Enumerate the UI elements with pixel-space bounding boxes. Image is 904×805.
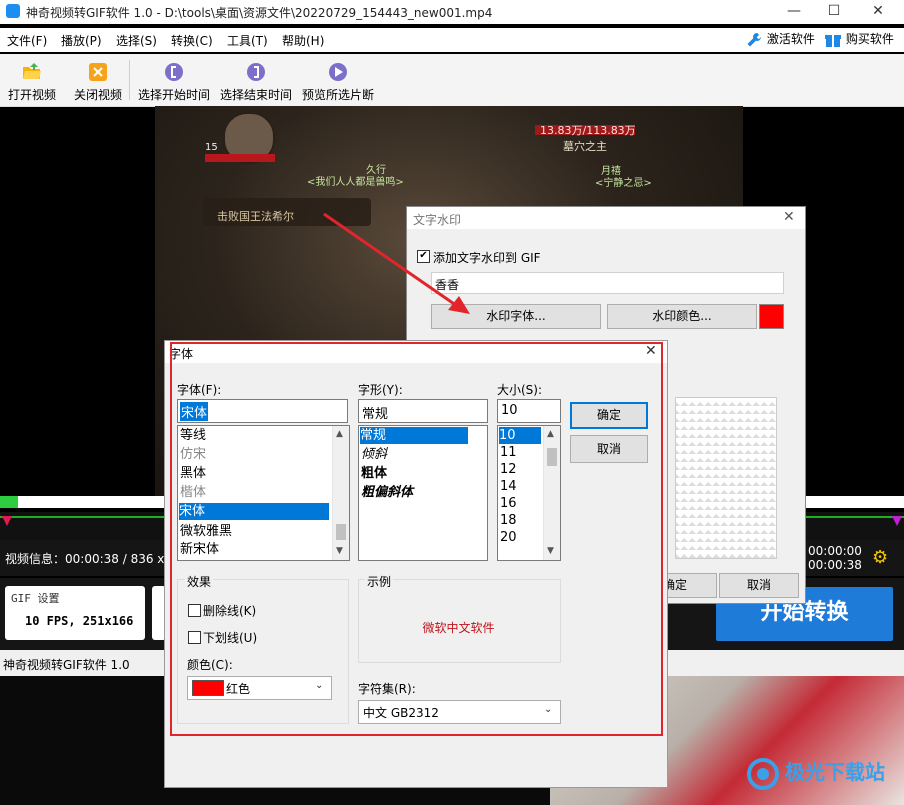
buy-software-button[interactable]: 购买软件 xyxy=(824,30,894,49)
preview-selection-button[interactable]: 预览所选片断 xyxy=(300,54,376,106)
start-marker-icon[interactable] xyxy=(2,516,12,526)
player-level: 15 xyxy=(205,142,218,153)
select-start-label: 选择开始时间 xyxy=(137,88,210,102)
folder-open-icon xyxy=(23,63,41,79)
menu-convert[interactable]: 转换(C) xyxy=(171,32,213,49)
start-bracket-icon xyxy=(165,63,183,81)
objective-text: 击败国王法希尔 xyxy=(217,210,294,223)
boss-name: 墓穴之主 xyxy=(563,140,607,153)
menu-play[interactable]: 播放(P) xyxy=(61,32,102,49)
logo-text: 极光下载站 xyxy=(785,760,885,784)
title-bar: 神奇视频转GIF软件 1.0 - D:\tools\桌面\资源文件\202207… xyxy=(0,0,904,24)
close-button[interactable]: ✕ xyxy=(856,0,900,24)
window-title: 神奇视频转GIF软件 1.0 - D:\tools\桌面\资源文件\202207… xyxy=(26,6,493,20)
ally-guild-left: <我们人人都是兽鸣> xyxy=(307,177,404,188)
select-end-time-button[interactable]: 选择结束时间 xyxy=(218,54,294,106)
menu-help[interactable]: 帮助(H) xyxy=(282,32,324,49)
boss-health-text: 13.83万/113.83万 xyxy=(540,124,636,137)
watermark-text-input[interactable]: 香香 xyxy=(431,272,784,294)
wrench-icon xyxy=(747,32,761,46)
watermark-color-button[interactable]: 水印颜色... xyxy=(607,304,757,329)
menu-tools[interactable]: 工具(T) xyxy=(227,32,268,49)
select-end-label: 选择结束时间 xyxy=(219,88,292,102)
watermark-logo: 极光下载站 xyxy=(747,754,897,798)
gif-settings-card[interactable]: GIF 设置 10 FPS, 251x166 xyxy=(5,586,145,640)
ally-guild-right: <宁静之忌> xyxy=(595,178,652,189)
open-video-label: 打开视频 xyxy=(7,88,56,102)
toolbar: 打开视频 关闭视频 选择开始时间 选择结束时间 预览所选片断 xyxy=(0,54,904,107)
video-info-text: 视频信息：00:00:38 / 836 x xyxy=(5,552,165,566)
activate-label: 激活软件 xyxy=(766,32,815,46)
select-start-time-button[interactable]: 选择开始时间 xyxy=(136,54,212,106)
buy-label: 购买软件 xyxy=(845,32,894,46)
gif-settings-title: GIF 设置 xyxy=(11,592,60,605)
timeline-progress xyxy=(0,496,19,508)
logo-icon xyxy=(747,758,779,790)
preview-label: 预览所选片断 xyxy=(301,88,374,102)
menu-bar: 文件(F) 播放(P) 选择(S) 转换(C) 工具(T) 帮助(H) 激活软件… xyxy=(0,28,904,52)
highlight-frame xyxy=(170,342,663,736)
menu-select[interactable]: 选择(S) xyxy=(116,32,157,49)
close-video-icon xyxy=(89,63,107,81)
watermark-color-swatch[interactable] xyxy=(759,304,784,329)
minimize-button[interactable]: — xyxy=(772,0,816,24)
watermark-cancel-button[interactable]: 取消 xyxy=(719,573,799,598)
selection-end-time: 00:00:38 xyxy=(808,558,862,572)
gift-icon xyxy=(825,34,841,47)
gif-settings-value: 10 FPS, 251x166 xyxy=(25,614,134,628)
watermark-dialog-close-icon[interactable]: ✕ xyxy=(783,209,795,225)
activate-software-button[interactable]: 激活软件 xyxy=(745,30,815,49)
end-bracket-icon xyxy=(247,63,265,81)
end-marker-icon[interactable] xyxy=(892,516,902,526)
watermark-preview-area xyxy=(675,397,777,559)
settings-gear-icon[interactable]: ⚙ xyxy=(872,549,888,567)
open-video-button[interactable]: 打开视频 xyxy=(4,54,60,106)
app-icon xyxy=(6,4,20,18)
status-text: 神奇视频转GIF软件 1.0 xyxy=(3,658,130,672)
menu-file[interactable]: 文件(F) xyxy=(7,32,47,49)
maximize-button[interactable]: ☐ xyxy=(812,0,856,24)
selection-start-time: 00:00:00 xyxy=(808,544,862,558)
toolbar-divider xyxy=(129,60,130,100)
health-bar xyxy=(205,154,275,162)
close-video-button[interactable]: 关闭视频 xyxy=(70,54,126,106)
annotation-arrow xyxy=(323,212,470,314)
play-icon xyxy=(329,63,347,81)
close-video-label: 关闭视频 xyxy=(73,88,122,102)
